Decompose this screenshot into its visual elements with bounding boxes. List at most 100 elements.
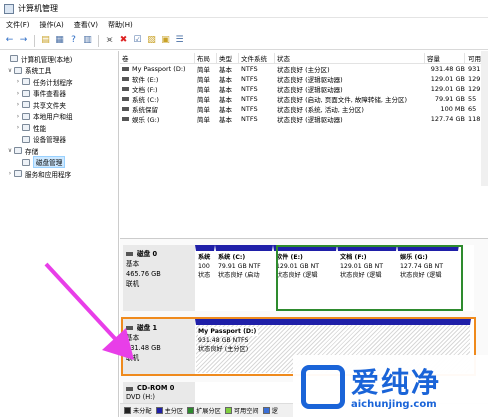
drive-icon <box>122 77 129 81</box>
storage-icon <box>14 147 22 155</box>
list-view-icon[interactable]: ☰ <box>174 35 185 46</box>
back-icon[interactable]: ← <box>4 35 15 46</box>
volume-layout: 简单 <box>197 86 210 94</box>
up-folder-icon[interactable]: ▤ <box>40 35 51 46</box>
settings-icon[interactable]: ▣ <box>160 35 171 46</box>
expand-icon[interactable]: › <box>14 113 22 120</box>
extended-partition-outline <box>276 245 463 311</box>
column-header-layout[interactable]: 布局 <box>195 53 217 63</box>
column-header-type[interactable]: 类型 <box>217 53 239 63</box>
checklist-icon[interactable]: ☑ <box>132 35 143 46</box>
column-header-volume[interactable]: 卷 <box>120 53 195 63</box>
title-bar: 计算机管理 <box>0 0 488 18</box>
partition-status: 状态良好 (启动 <box>218 272 260 279</box>
volume-name-label: 系统 (C:) <box>132 96 159 104</box>
open-folder-icon[interactable]: ▧ <box>146 35 157 46</box>
menu-file[interactable]: 文件(F) <box>6 20 30 30</box>
users-icon <box>22 112 30 120</box>
tree-item-storage[interactable]: ∨ 存储 <box>0 145 118 157</box>
tree-item-task-scheduler[interactable]: › 任务计划程序 <box>0 76 118 88</box>
navigation-tree: 计算机管理(本地) ∨ 系统工具 › 任务计划程序 › 事件查看器 › 共享文件… <box>0 51 119 417</box>
clock-icon <box>22 78 30 86</box>
volume-name-label: 文档 (F:) <box>132 86 158 94</box>
legend-logical: 逻 <box>262 406 278 415</box>
column-header-status[interactable]: 状态 <box>275 53 425 63</box>
tree-item-shared-folders[interactable]: › 共享文件夹 <box>0 99 118 111</box>
tree-item-performance[interactable]: › 性能 <box>0 122 118 134</box>
volume-capacity: 129.01 GB <box>430 85 465 93</box>
tree-item-label: 系统工具 <box>25 67 52 76</box>
volume-type: 基本 <box>219 76 232 84</box>
partition-status: 状态 <box>198 272 211 279</box>
volume-name: 系统保留 <box>120 104 195 114</box>
table-row[interactable]: 系统保留 简单 基本 NTFS 状态良好 (系统, 活动, 主分区) 100 MB 65 <box>120 104 488 114</box>
menu-action[interactable]: 操作(A) <box>40 20 64 30</box>
disk-0[interactable]: 磁盘 0 基本 465.76 GB 联机 系统 100 状态 系统 (C:) 7… <box>123 245 474 311</box>
watermark: 爱纯净 aichunjing.com <box>293 355 488 417</box>
event-log-icon <box>22 89 30 97</box>
properties-icon[interactable]: ▦ <box>54 35 65 46</box>
table-row[interactable]: 文档 (F:) 简单 基本 NTFS 状态良好 (逻辑驱动器) 129.01 GB 129 <box>120 84 488 94</box>
disk-name: CD-ROM 0 <box>137 384 175 392</box>
legend-label: 主分区 <box>164 408 184 415</box>
tree-item-label: 服务和应用程序 <box>25 170 72 179</box>
table-row[interactable]: 系统 (C:) 简单 基本 NTFS 状态良好 (启动, 页面文件, 故障转储, 主分区… <box>120 94 488 104</box>
volume-capacity: 127.74 GB <box>430 115 465 123</box>
drive-icon <box>122 67 129 71</box>
tree-item-label: 设备管理器 <box>33 136 66 145</box>
table-row[interactable]: 软件 (E:) 简单 基本 NTFS 状态良好 (逻辑驱动器) 129.01 GB 129 <box>120 74 488 84</box>
volume-filesystem: NTFS <box>241 85 258 93</box>
menu-view[interactable]: 查看(V) <box>74 20 98 30</box>
help-icon[interactable]: ? <box>68 35 79 46</box>
show-hide-tree-icon[interactable]: ▥ <box>82 35 93 46</box>
device-manager-icon <box>22 135 30 143</box>
column-header-filesystem[interactable]: 文件系统 <box>239 53 275 63</box>
tree-item-label: 本地用户和组 <box>33 113 73 122</box>
table-row[interactable]: My Passport (D:) 简单 基本 NTFS 状态良好 (主分区) 931.48… <box>120 64 488 74</box>
partition-size: 100 <box>198 263 210 270</box>
expand-icon[interactable]: › <box>14 124 22 131</box>
volume-layout: 简单 <box>197 76 210 84</box>
expand-icon[interactable]: › <box>14 101 22 108</box>
expand-icon[interactable]: › <box>14 78 22 85</box>
partition-name: 系统 (C:) <box>218 254 246 261</box>
volume-layout: 简单 <box>197 106 210 114</box>
partition-system-reserved[interactable]: 系统 100 状态 <box>195 245 215 311</box>
volume-type: 基本 <box>219 116 232 124</box>
tree-item-disk-management[interactable]: 磁盘管理 <box>0 156 118 169</box>
forward-icon[interactable]: → <box>18 35 29 46</box>
legend-primary: 主分区 <box>155 406 184 415</box>
tree-item-local-users[interactable]: › 本地用户和组 <box>0 111 118 123</box>
watermark-logo-icon <box>301 365 345 409</box>
volume-name: My Passport (D:) <box>120 65 195 73</box>
tree-item-services-apps[interactable]: › 服务和应用程序 <box>0 168 118 180</box>
expand-icon[interactable]: › <box>6 170 14 177</box>
volume-filesystem: NTFS <box>241 65 258 73</box>
drive-icon <box>122 107 129 111</box>
drive-icon <box>122 87 129 91</box>
tree-item-label: 计算机管理(本地) <box>21 55 73 64</box>
partition-c[interactable]: 系统 (C:) 79.91 GB NTF 状态良好 (启动 <box>215 245 273 311</box>
tree-item-system-tools[interactable]: ∨ 系统工具 <box>0 65 118 77</box>
tree-item-event-viewer[interactable]: › 事件查看器 <box>0 88 118 100</box>
volume-capacity: 79.91 GB <box>434 95 465 103</box>
table-row[interactable]: 娱乐 (G:) 简单 基本 NTFS 状态良好 (逻辑驱动器) 127.74 GB 118 <box>120 114 488 124</box>
tree-item-device-manager[interactable]: 设备管理器 <box>0 134 118 146</box>
tree-item-computer-management[interactable]: 计算机管理(本地) <box>0 53 118 65</box>
expand-icon[interactable]: › <box>14 90 22 97</box>
legend-unallocated: 未分配 <box>124 406 152 415</box>
column-header-capacity[interactable]: 容量 <box>425 53 465 63</box>
delete-icon[interactable]: ✖ <box>118 35 129 46</box>
tree-item-label: 任务计划程序 <box>33 78 73 87</box>
collapse-icon[interactable]: ∨ <box>6 147 14 154</box>
volume-list-scrollbar[interactable] <box>481 51 488 186</box>
legend-label: 可用空间 <box>233 408 259 415</box>
connect-icon[interactable]: ⪤ <box>104 35 115 46</box>
menu-help[interactable]: 帮助(H) <box>108 20 133 30</box>
volume-type: 基本 <box>219 66 232 74</box>
disk-type: DVD (H:) <box>126 393 155 401</box>
volume-status: 状态良好 (逻辑驱动器) <box>277 86 343 94</box>
tree-item-label: 性能 <box>33 124 47 133</box>
collapse-icon[interactable]: ∨ <box>6 67 14 74</box>
volume-list: 卷 布局 类型 文件系统 状态 容量 可用 My Passport (D:) 简单… <box>120 53 488 124</box>
